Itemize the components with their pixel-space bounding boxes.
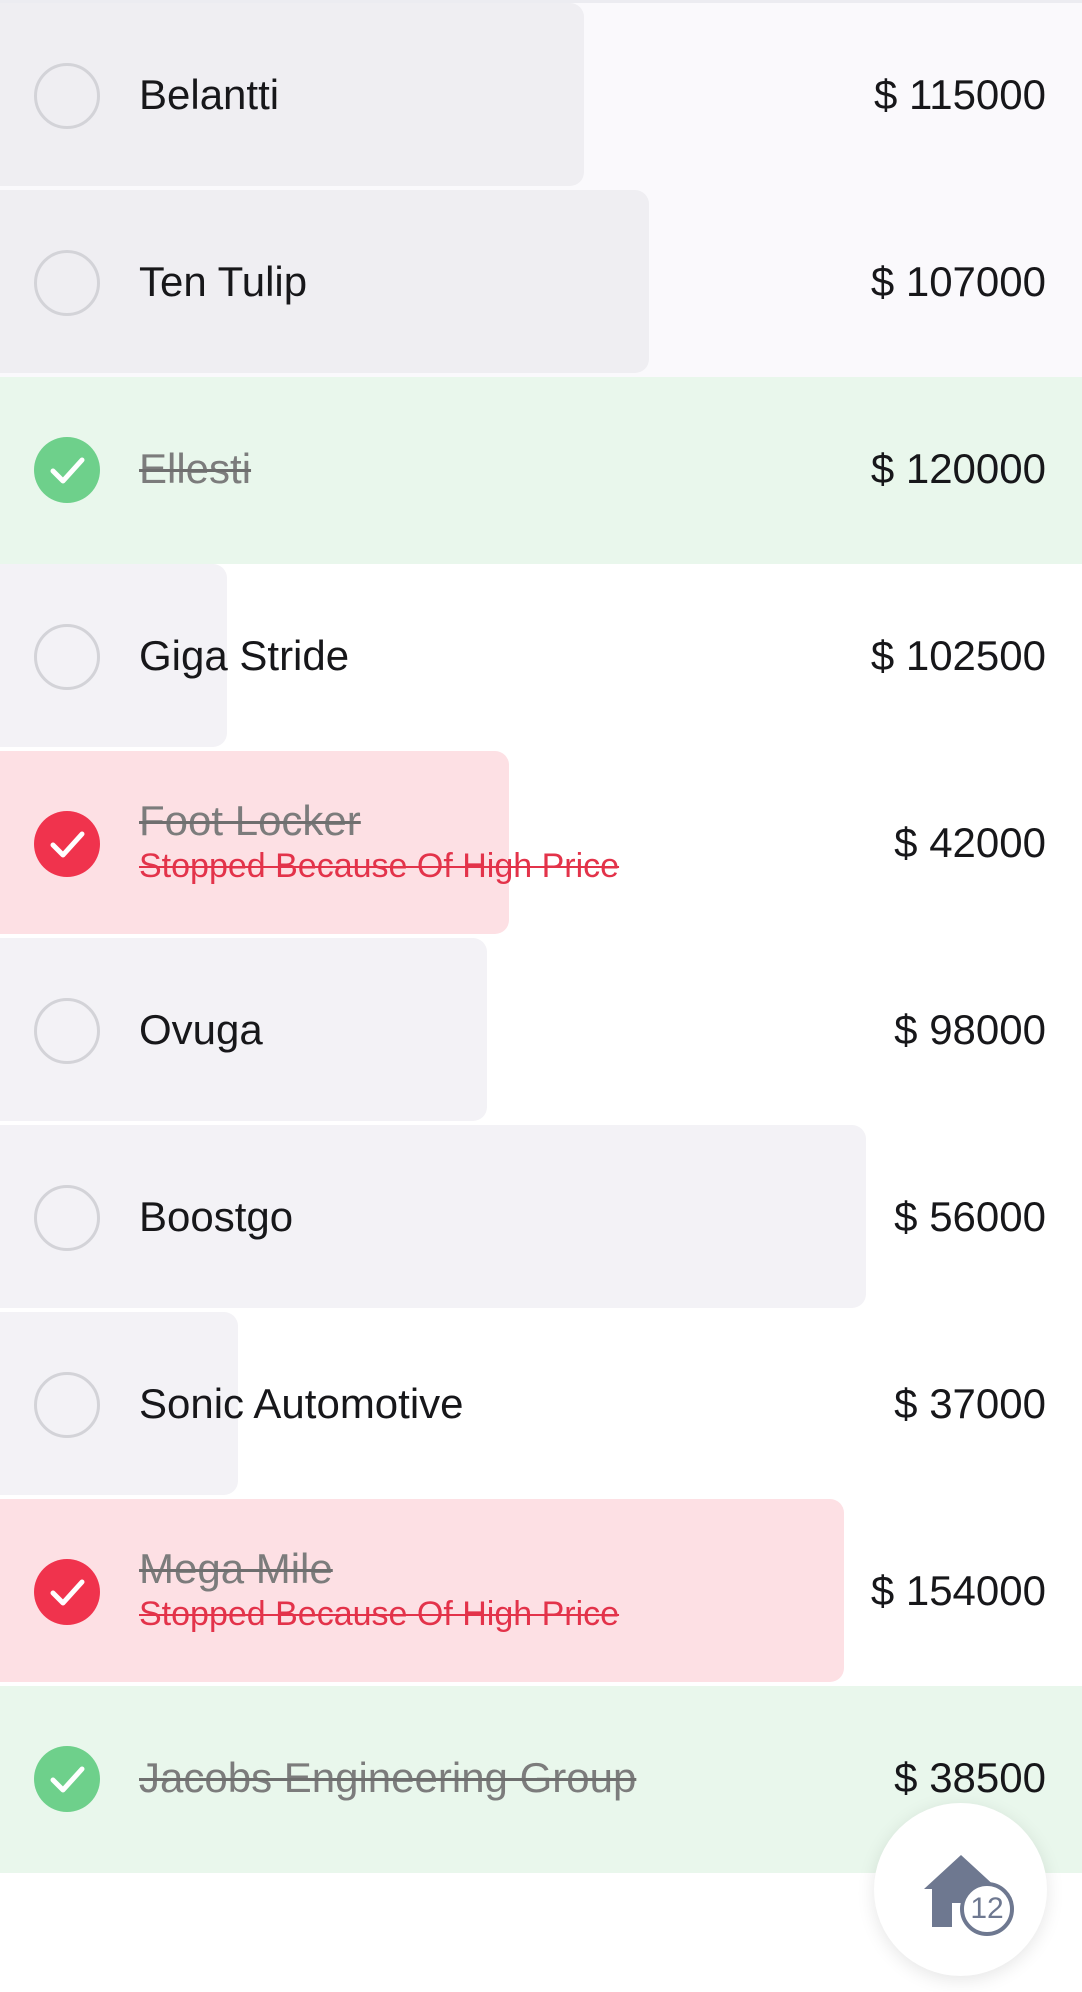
item-name: Giga Stride — [139, 632, 350, 679]
checkbox-icon[interactable] — [34, 624, 100, 690]
company-list: Belantti $ 115000 Ten Tulip $ 107000 Ell… — [0, 3, 1082, 1873]
item-status-reason: Stopped Because Of High Price — [139, 1595, 620, 1633]
list-item[interactable]: Boostgo $ 56000 — [0, 1125, 1082, 1312]
progress-bar — [0, 1125, 866, 1308]
item-name: Boostgo — [139, 1193, 294, 1240]
list-item[interactable]: Mega Mile Stopped Because Of High Price … — [0, 1499, 1082, 1686]
item-price: $ 42000 — [894, 819, 1046, 866]
item-name: Belantti — [139, 71, 280, 118]
list-item[interactable]: Belantti $ 115000 — [0, 3, 1082, 190]
list-item[interactable]: Ovuga $ 98000 — [0, 938, 1082, 1125]
checkmark-icon[interactable] — [34, 811, 100, 877]
item-name: Mega Mile — [139, 1545, 333, 1592]
list-item[interactable]: Ellesti $ 120000 — [0, 377, 1082, 564]
home-badge: 12 — [960, 1882, 1014, 1936]
item-price: $ 102500 — [870, 632, 1046, 679]
home-button[interactable]: 12 — [874, 1803, 1047, 1976]
item-price: $ 37000 — [894, 1380, 1046, 1427]
item-name: Ten Tulip — [139, 258, 308, 305]
checkmark-icon[interactable] — [34, 437, 100, 503]
item-name: Ovuga — [139, 1006, 263, 1053]
item-price: $ 107000 — [870, 258, 1046, 305]
checkbox-icon[interactable] — [34, 250, 100, 316]
checkbox-icon[interactable] — [34, 1372, 100, 1438]
progress-bar — [0, 1499, 844, 1682]
item-status-reason: Stopped Because Of High Price — [139, 847, 620, 885]
item-name: Ellesti — [139, 445, 252, 492]
list-item[interactable]: Ten Tulip $ 107000 — [0, 190, 1082, 377]
checkbox-icon[interactable] — [34, 63, 100, 129]
checkbox-icon[interactable] — [34, 1185, 100, 1251]
checkmark-icon[interactable] — [34, 1746, 100, 1812]
list-item[interactable]: Foot Locker Stopped Because Of High Pric… — [0, 751, 1082, 938]
item-name: Sonic Automotive — [139, 1380, 464, 1427]
list-item[interactable]: Giga Stride $ 102500 — [0, 564, 1082, 751]
item-name: Jacobs Engineering Group — [139, 1754, 637, 1801]
checkmark-icon[interactable] — [34, 1559, 100, 1625]
item-price: $ 154000 — [870, 1567, 1046, 1614]
item-name: Foot Locker — [139, 797, 361, 844]
item-price: $ 120000 — [870, 445, 1046, 492]
list-item[interactable]: Sonic Automotive $ 37000 — [0, 1312, 1082, 1499]
item-price: $ 56000 — [894, 1193, 1046, 1240]
item-price: $ 98000 — [894, 1006, 1046, 1053]
checkbox-icon[interactable] — [34, 998, 100, 1064]
item-price: $ 38500 — [894, 1754, 1046, 1801]
item-price: $ 115000 — [873, 71, 1046, 118]
